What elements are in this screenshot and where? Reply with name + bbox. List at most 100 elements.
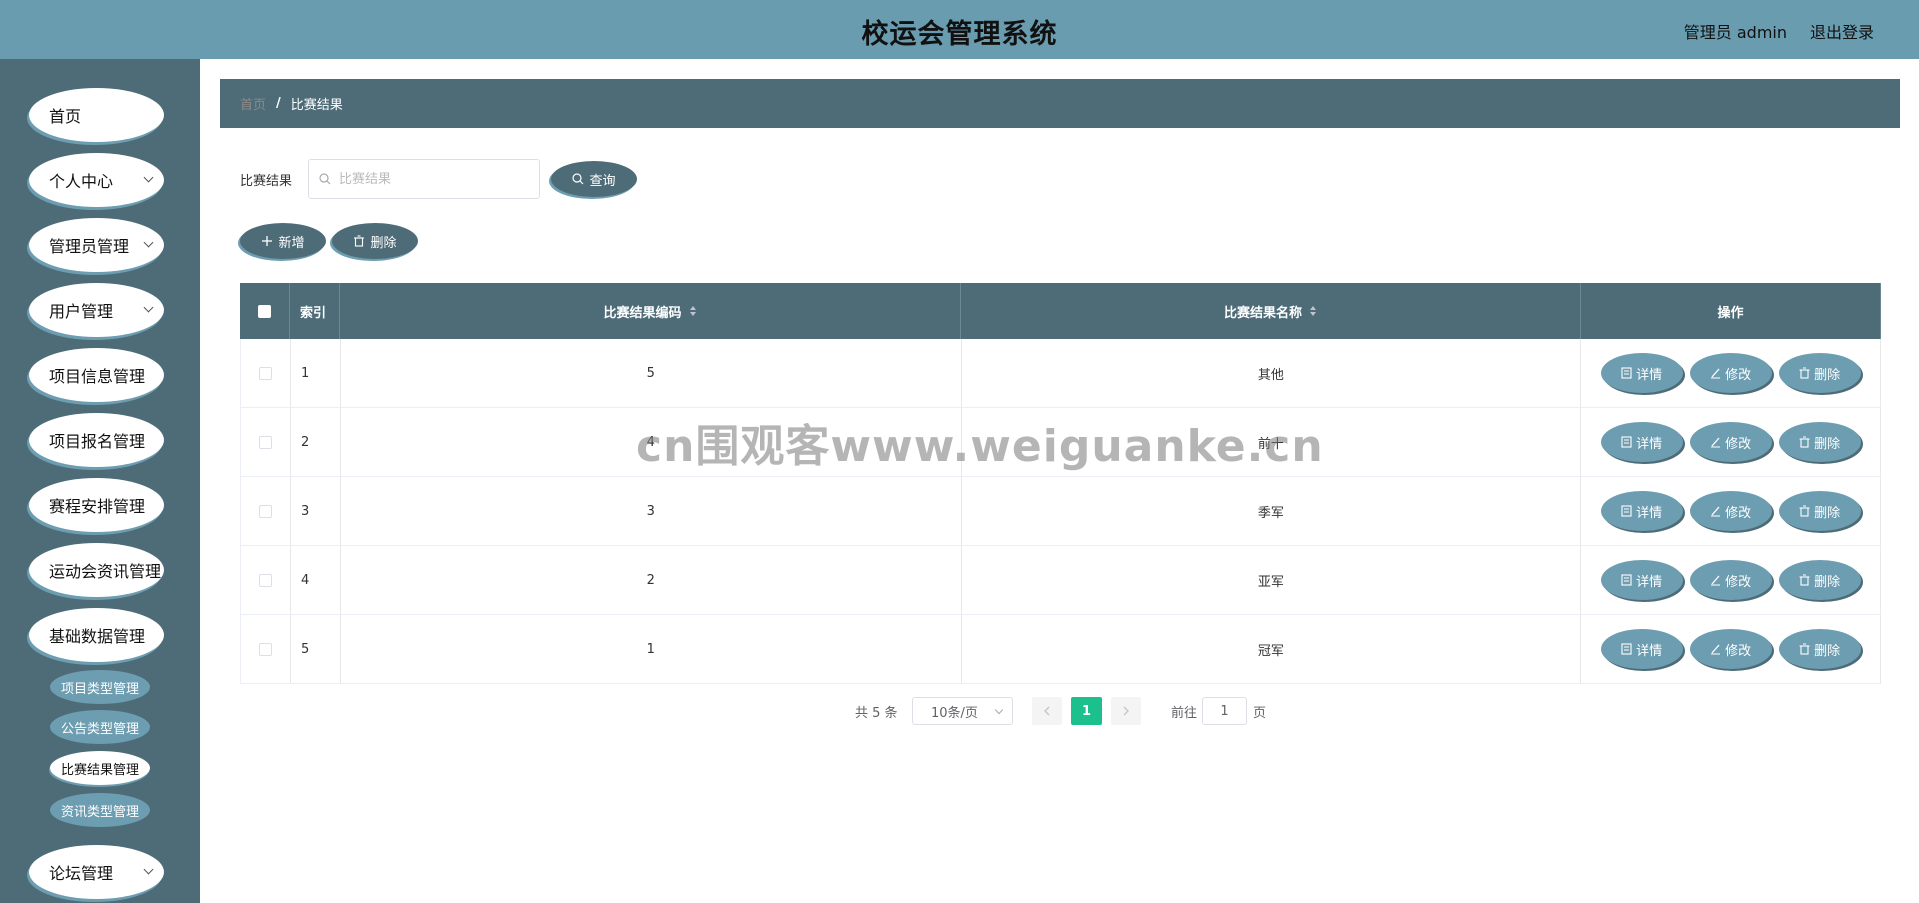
sidebar-subitem-notice-types[interactable]: 公告类型管理 bbox=[50, 710, 150, 744]
detail-label: 详情 bbox=[1636, 505, 1663, 521]
top-header: 校运会管理系统 管理员 admin 退出登录 bbox=[0, 0, 1919, 59]
detail-button[interactable]: 详情 bbox=[1600, 560, 1683, 600]
delete-label: 删除 bbox=[1814, 643, 1841, 659]
query-button[interactable]: 查询 bbox=[551, 161, 637, 197]
column-header-code-label: 比赛结果编码 bbox=[603, 305, 682, 321]
sidebar-item-registration[interactable]: 项目报名管理 bbox=[29, 413, 164, 467]
cell-name: 其他 bbox=[962, 339, 1582, 407]
cell-ops: 详情 修改 删除 bbox=[1581, 408, 1881, 476]
add-button-label: 新增 bbox=[278, 235, 305, 251]
sidebar-item-forum[interactable]: 论坛管理 bbox=[29, 845, 164, 899]
sidebar-item-label: 运动会资讯管理 bbox=[49, 562, 162, 581]
bulk-delete-button[interactable]: 删除 bbox=[332, 223, 418, 259]
admin-label: 管理员 admin bbox=[1683, 23, 1787, 42]
row-checkbox[interactable] bbox=[258, 366, 272, 380]
delete-button[interactable]: 删除 bbox=[1778, 422, 1861, 462]
detail-button[interactable]: 详情 bbox=[1600, 491, 1683, 531]
detail-button[interactable]: 详情 bbox=[1600, 353, 1683, 393]
breadcrumb-home[interactable]: 首页 bbox=[240, 94, 266, 113]
edit-button[interactable]: 修改 bbox=[1689, 353, 1772, 393]
column-header-code[interactable]: 比赛结果编码 bbox=[340, 283, 961, 339]
chevron-down-icon bbox=[143, 237, 154, 248]
sort-icon[interactable] bbox=[689, 305, 697, 317]
table-row: 5 1 冠军 详情 修改 删除 bbox=[240, 615, 1881, 684]
sidebar-item-label: 个人中心 bbox=[49, 172, 114, 191]
sidebar-item-project-info[interactable]: 项目信息管理 bbox=[29, 348, 164, 402]
logout-button[interactable]: 退出登录 bbox=[1810, 19, 1874, 43]
edit-button[interactable]: 修改 bbox=[1689, 491, 1772, 531]
column-header-name[interactable]: 比赛结果名称 bbox=[961, 283, 1581, 339]
cell-code: 3 bbox=[341, 477, 962, 545]
add-button[interactable]: 新增 bbox=[240, 223, 326, 259]
cell-index: 2 bbox=[291, 408, 341, 476]
cell-index: 1 bbox=[291, 339, 341, 407]
row-checkbox[interactable] bbox=[258, 642, 272, 656]
page-suffix: 页 bbox=[1253, 705, 1267, 721]
chevron-right-icon bbox=[1123, 706, 1129, 716]
sidebar-item-label: 论坛管理 bbox=[49, 864, 114, 883]
edit-label: 修改 bbox=[1725, 505, 1752, 521]
row-checkbox[interactable] bbox=[258, 435, 272, 449]
delete-label: 删除 bbox=[1814, 436, 1841, 452]
app-title: 校运会管理系统 bbox=[861, 19, 1058, 50]
row-checkbox[interactable] bbox=[258, 573, 272, 587]
delete-label: 删除 bbox=[1814, 574, 1841, 590]
sidebar-item-label: 基础数据管理 bbox=[49, 627, 146, 646]
cell-name: 冠军 bbox=[962, 615, 1582, 683]
sidebar-item-users[interactable]: 用户管理 bbox=[29, 283, 164, 337]
cell-ops: 详情 修改 删除 bbox=[1581, 339, 1881, 407]
sidebar-item-basic-data[interactable]: 基础数据管理 bbox=[29, 608, 164, 662]
sidebar-subitem-results[interactable]: 比赛结果管理 bbox=[50, 751, 150, 785]
detail-button[interactable]: 详情 bbox=[1600, 629, 1683, 669]
sidebar-subitem-project-types[interactable]: 项目类型管理 bbox=[50, 670, 150, 704]
cell-code: 1 bbox=[341, 615, 962, 683]
edit-button[interactable]: 修改 bbox=[1689, 560, 1772, 600]
sidebar-item-home[interactable]: 首页 bbox=[29, 88, 164, 142]
edit-label: 修改 bbox=[1725, 436, 1752, 452]
goto-page-input[interactable] bbox=[1202, 697, 1247, 725]
row-checkbox[interactable] bbox=[258, 504, 272, 518]
edit-label: 修改 bbox=[1725, 643, 1752, 659]
sidebar-item-admins[interactable]: 管理员管理 bbox=[29, 218, 164, 272]
search-field[interactable] bbox=[308, 159, 540, 199]
cell-code: 2 bbox=[341, 546, 962, 614]
table-header: 索引 比赛结果编码 比赛结果名称 操作 bbox=[240, 283, 1881, 339]
sidebar-subitem-news-types[interactable]: 资讯类型管理 bbox=[50, 793, 150, 827]
page-number-current[interactable]: 1 bbox=[1071, 697, 1102, 725]
sidebar-item-news[interactable]: 运动会资讯管理 bbox=[29, 543, 164, 597]
sort-icon[interactable] bbox=[1309, 305, 1317, 317]
column-header-index: 索引 bbox=[290, 283, 340, 339]
page-size-select[interactable]: 10条/页 bbox=[912, 697, 1013, 725]
edit-icon bbox=[1711, 575, 1721, 586]
trash-icon bbox=[1799, 367, 1810, 379]
edit-icon bbox=[1711, 506, 1721, 517]
edit-button[interactable]: 修改 bbox=[1689, 629, 1772, 669]
pagination-total: 共 5 条 bbox=[855, 705, 898, 721]
delete-button[interactable]: 删除 bbox=[1778, 353, 1861, 393]
cell-name: 前十 bbox=[962, 408, 1582, 476]
sidebar-item-label: 用户管理 bbox=[49, 302, 114, 321]
table-row: 2 4 前十 详情 修改 删除 bbox=[240, 408, 1881, 477]
sidebar-item-label: 管理员管理 bbox=[49, 237, 130, 256]
delete-button[interactable]: 删除 bbox=[1778, 560, 1861, 600]
document-icon bbox=[1621, 574, 1632, 586]
document-icon bbox=[1621, 367, 1632, 379]
cell-index: 4 bbox=[291, 546, 341, 614]
sidebar-item-profile[interactable]: 个人中心 bbox=[29, 153, 164, 207]
sidebar-item-label: 首页 bbox=[49, 107, 82, 126]
delete-button[interactable]: 删除 bbox=[1778, 491, 1861, 531]
sidebar-item-label: 赛程安排管理 bbox=[49, 497, 146, 516]
delete-label: 删除 bbox=[1814, 367, 1841, 383]
sidebar-item-schedule[interactable]: 赛程安排管理 bbox=[29, 478, 164, 532]
sidebar-item-label: 项目报名管理 bbox=[49, 432, 146, 451]
prev-page-button[interactable] bbox=[1032, 697, 1062, 725]
search-input[interactable] bbox=[339, 171, 529, 187]
edit-button[interactable]: 修改 bbox=[1689, 422, 1772, 462]
select-all-checkbox[interactable] bbox=[258, 304, 271, 318]
delete-button[interactable]: 删除 bbox=[1778, 629, 1861, 669]
next-page-button[interactable] bbox=[1111, 697, 1141, 725]
chevron-down-icon bbox=[143, 172, 154, 183]
detail-button[interactable]: 详情 bbox=[1600, 422, 1683, 462]
breadcrumb-separator: / bbox=[276, 96, 281, 111]
search-icon bbox=[572, 173, 584, 185]
